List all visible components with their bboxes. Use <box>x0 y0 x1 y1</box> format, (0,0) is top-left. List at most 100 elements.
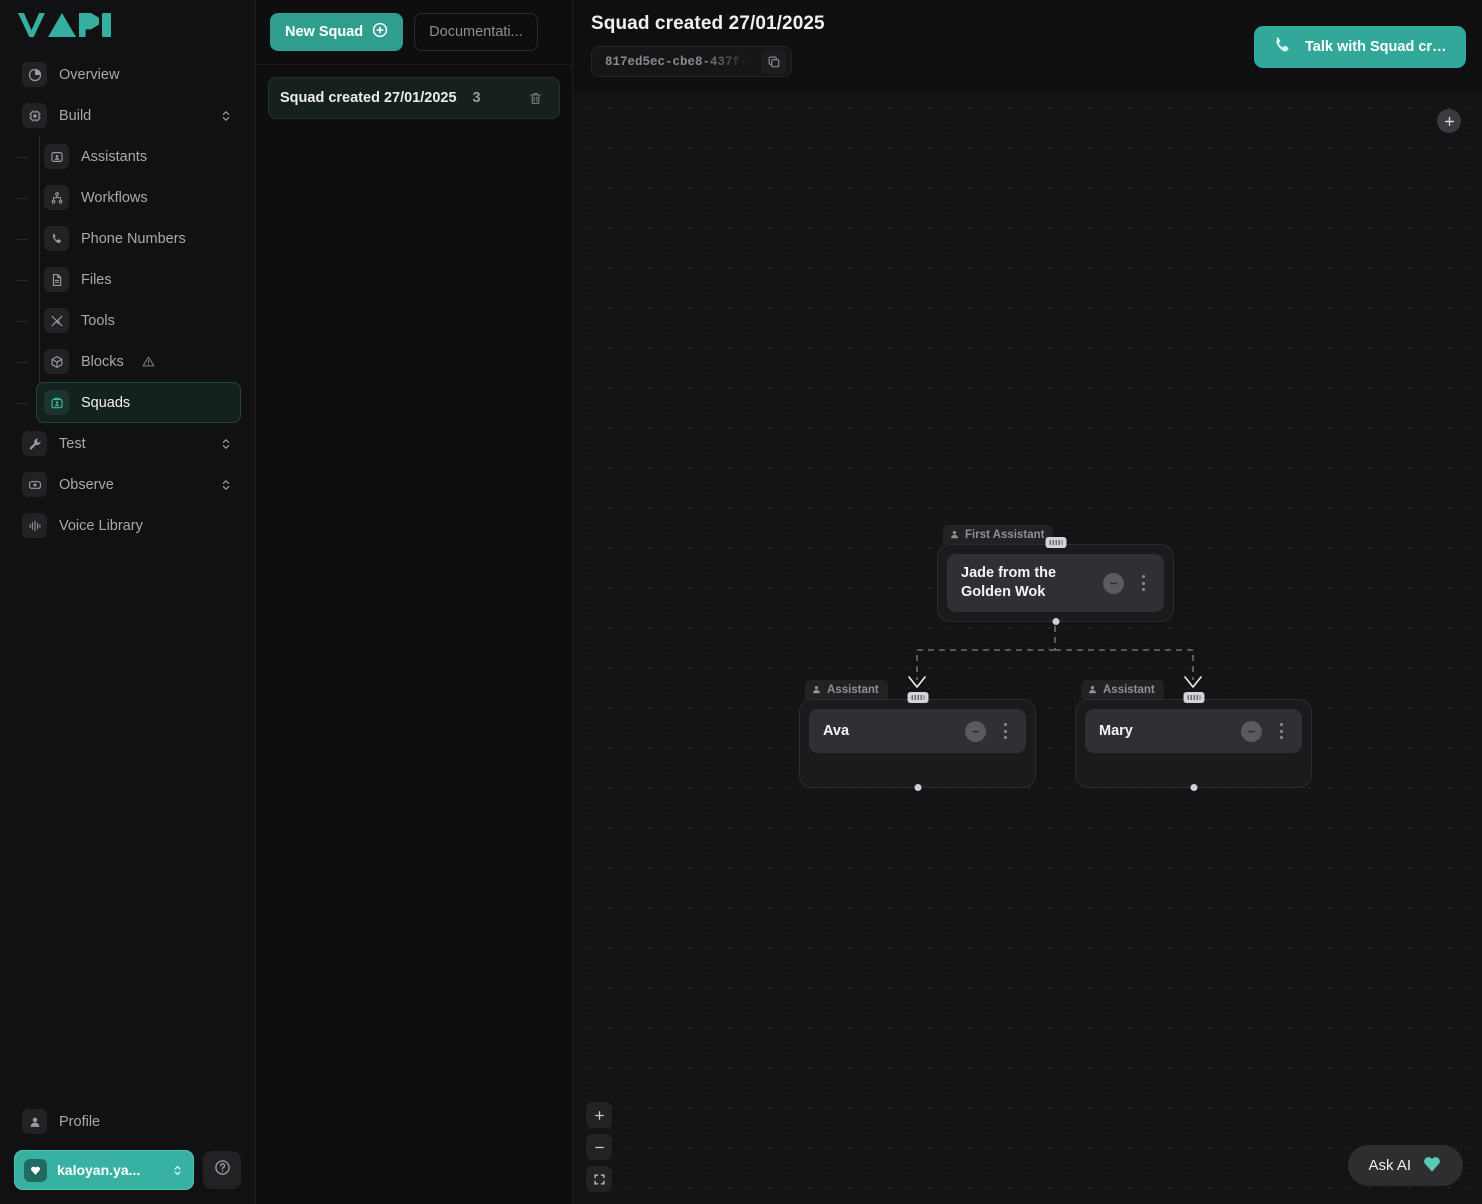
file-icon <box>44 267 69 292</box>
squad-item-name: Squad created 27/01/2025 <box>280 90 457 106</box>
node-source-handle[interactable] <box>914 784 921 791</box>
squad-id-text: 817ed5ec-cbe8-437f- <box>605 55 755 69</box>
node-target-handle[interactable] <box>1183 692 1204 703</box>
warning-triangle-icon <box>142 355 155 368</box>
sidebar-item-label: Build <box>59 108 91 124</box>
sidebar-item-tools[interactable]: Tools <box>36 300 241 341</box>
sidebar-item-profile[interactable]: Profile <box>14 1101 241 1142</box>
phone-icon <box>1272 35 1293 59</box>
squads-icon <box>44 390 69 415</box>
fit-view-button[interactable] <box>586 1166 612 1192</box>
logo-letter-v <box>18 13 45 37</box>
zoom-out-button[interactable] <box>586 1134 612 1160</box>
logo-letter-i <box>102 13 111 37</box>
pie-chart-icon <box>22 62 47 87</box>
talk-with-squad-label: Talk with Squad crea... <box>1305 39 1448 55</box>
node-title: Jade from the Golden Wok <box>961 564 1103 602</box>
sidebar-item-phone-numbers[interactable]: Phone Numbers <box>36 218 241 259</box>
flow-node-assistant-ava[interactable]: Assistant Ava <box>799 699 1036 816</box>
node-shell: Jade from the Golden Wok <box>937 544 1174 622</box>
logo-letter-a <box>48 13 76 37</box>
sidebar-item-workflows[interactable]: Workflows <box>36 177 241 218</box>
copy-icon[interactable] <box>761 49 786 74</box>
sidebar-item-build[interactable]: Build <box>14 95 241 136</box>
chevron-updown-icon <box>219 478 233 492</box>
chevron-updown-icon <box>171 1164 184 1177</box>
sidebar-item-label: Profile <box>59 1114 100 1130</box>
tools-icon <box>44 308 69 333</box>
remove-node-button[interactable] <box>1103 573 1124 594</box>
node-menu-button[interactable] <box>1270 720 1292 742</box>
sidebar-item-test[interactable]: Test <box>14 423 241 464</box>
person-icon <box>949 529 960 540</box>
app-root: Overview Build Assistants <box>0 0 1482 1204</box>
node-body: Jade from the Golden Wok <box>947 554 1164 612</box>
question-mark-icon <box>214 1159 231 1181</box>
squad-list-item[interactable]: Squad created 27/01/2025 3 <box>268 77 560 119</box>
new-squad-button[interactable]: New Squad <box>270 13 403 51</box>
flow-edges <box>573 92 1482 1204</box>
sidebar-item-assistants[interactable]: Assistants <box>36 136 241 177</box>
sidebar-item-overview[interactable]: Overview <box>14 54 241 95</box>
logo-letter-p <box>79 13 99 37</box>
sidebar: Overview Build Assistants <box>0 0 256 1204</box>
sidebar-item-files[interactable]: Files <box>36 259 241 300</box>
assistant-icon <box>44 144 69 169</box>
ask-ai-button[interactable]: Ask AI <box>1348 1145 1463 1186</box>
account-name: kaloyan.ya... <box>57 1162 140 1178</box>
node-source-handle[interactable] <box>1052 618 1059 625</box>
remove-node-button[interactable] <box>1241 721 1262 742</box>
waveform-icon <box>22 513 47 538</box>
node-shell: Mary <box>1075 699 1312 788</box>
sidebar-item-blocks[interactable]: Blocks <box>36 341 241 382</box>
sidebar-item-squads[interactable]: Squads <box>36 382 241 423</box>
phone-icon <box>44 226 69 251</box>
sidebar-item-label: Tools <box>81 313 115 329</box>
node-title: Ava <box>823 722 965 741</box>
node-menu-button[interactable] <box>994 720 1016 742</box>
sidebar-item-label: Workflows <box>81 190 148 206</box>
sidebar-item-label: Observe <box>59 477 114 493</box>
remove-node-button[interactable] <box>965 721 986 742</box>
add-node-button[interactable] <box>1437 109 1461 133</box>
sidebar-nav: Overview Build Assistants <box>0 54 255 546</box>
flow-node-assistant-mary[interactable]: Assistant Mary <box>1075 699 1312 816</box>
flow-node-first-assistant[interactable]: First Assistant Jade from the Golden Wok <box>937 544 1174 622</box>
sidebar-item-label: Phone Numbers <box>81 231 186 247</box>
person-icon <box>811 684 822 695</box>
talk-with-squad-button[interactable]: Talk with Squad crea... <box>1254 26 1466 68</box>
sidebar-item-observe[interactable]: Observe <box>14 464 241 505</box>
account-row: kaloyan.ya... <box>14 1150 241 1190</box>
node-title: Mary <box>1099 722 1241 741</box>
node-target-handle[interactable] <box>1045 537 1066 548</box>
documentation-button[interactable]: Documentati... <box>414 13 538 51</box>
monitor-icon <box>22 472 47 497</box>
brand-logo[interactable] <box>0 0 255 54</box>
sidebar-item-voice-library[interactable]: Voice Library <box>14 505 241 546</box>
sidebar-item-label: Files <box>81 272 112 288</box>
node-tag: Assistant <box>805 680 888 699</box>
sidebar-build-children: Assistants Workflows Phone Numbers <box>14 136 241 423</box>
delete-squad-button[interactable] <box>522 85 548 111</box>
sidebar-item-label: Test <box>59 436 86 452</box>
node-source-handle[interactable] <box>1190 784 1197 791</box>
zoom-controls <box>586 1102 612 1192</box>
squad-list-toolbar: New Squad Documentati... <box>256 0 572 65</box>
node-menu-button[interactable] <box>1132 572 1154 594</box>
zoom-in-button[interactable] <box>586 1102 612 1128</box>
help-button[interactable] <box>203 1151 241 1189</box>
ask-ai-label: Ask AI <box>1368 1157 1411 1174</box>
flow-canvas[interactable]: First Assistant Jade from the Golden Wok <box>573 92 1482 1204</box>
squad-id-chip[interactable]: 817ed5ec-cbe8-437f- <box>591 46 792 77</box>
sidebar-item-label: Overview <box>59 67 119 83</box>
vapi-heart-icon <box>1421 1153 1443 1178</box>
plus-circle-icon <box>372 22 388 42</box>
node-target-handle[interactable] <box>907 692 928 703</box>
vapi-heart-icon <box>24 1159 47 1182</box>
chip-icon <box>22 103 47 128</box>
sidebar-item-label: Blocks <box>81 354 124 370</box>
sidebar-item-label: Voice Library <box>59 518 143 534</box>
squad-item-count: 3 <box>473 90 481 106</box>
account-switcher[interactable]: kaloyan.ya... <box>14 1150 194 1190</box>
sidebar-item-label: Assistants <box>81 149 147 165</box>
